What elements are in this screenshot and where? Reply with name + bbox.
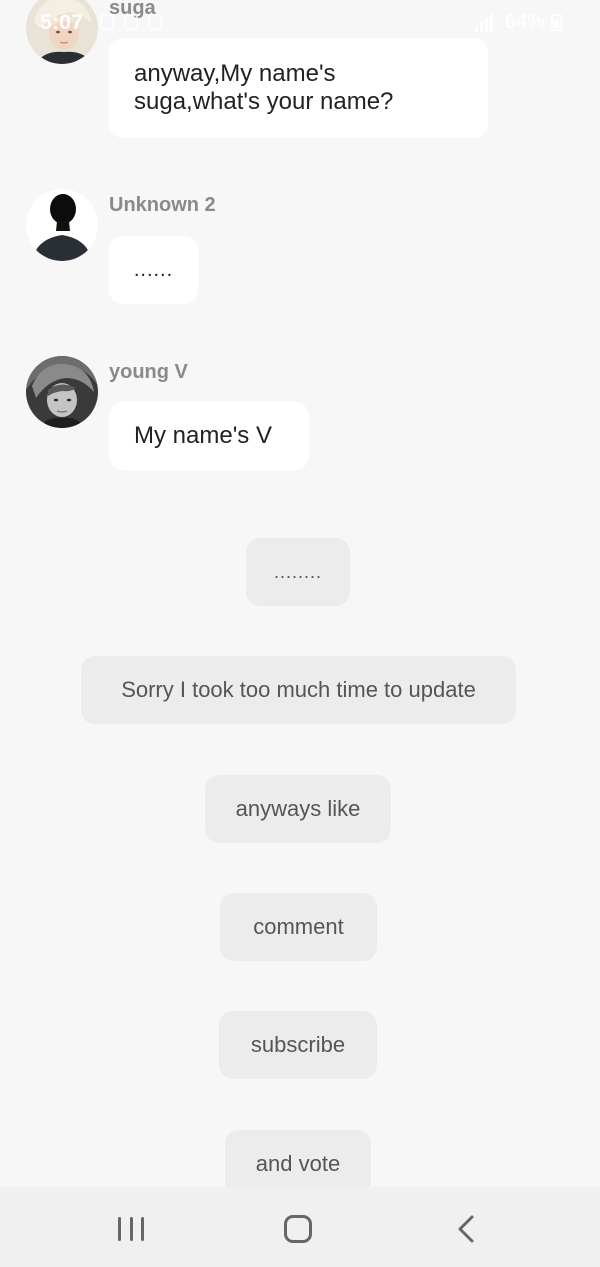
sender-name: young V: [109, 361, 188, 383]
status-right: 64%: [474, 11, 562, 34]
message-text-line: suga,what's your name?: [134, 88, 394, 115]
gallery-icon: [148, 14, 162, 30]
message-text: My name's V: [134, 422, 272, 449]
notification-icons: [100, 14, 162, 30]
avatar-young-v[interactable]: [26, 356, 98, 428]
message-bubble[interactable]: My name's V: [109, 402, 309, 470]
chat-screen: 5:07 64% suga anyway,My name's suga,what…: [0, 0, 600, 1267]
message-text-line: anyway,My name's: [134, 60, 336, 87]
narration-text: comment: [253, 914, 344, 939]
home-icon[interactable]: [284, 1215, 312, 1243]
battery-icon: [551, 14, 562, 31]
status-bar: 5:07 64%: [0, 0, 600, 44]
recents-icon[interactable]: [118, 1217, 144, 1241]
narration-message[interactable]: comment: [220, 893, 377, 961]
narration-text: and vote: [255, 1151, 341, 1176]
back-icon[interactable]: [452, 1213, 482, 1245]
navigation-bar: [0, 1187, 600, 1267]
sender-name: Unknown 2: [109, 194, 216, 216]
narration-message[interactable]: Sorry I took too much time to update: [81, 656, 516, 724]
notification-icon: [124, 14, 138, 30]
message-bubble[interactable]: ......: [109, 236, 198, 304]
message-bubble[interactable]: anyway,My name's suga,what's your name?: [109, 38, 488, 138]
battery-percent: 64%: [504, 11, 545, 33]
avatar-unknown[interactable]: [26, 189, 98, 261]
message-text: ......: [133, 258, 174, 281]
narration-message[interactable]: ........: [246, 538, 350, 606]
notification-icon: [100, 14, 114, 30]
signal-icon: [474, 13, 493, 32]
narration-text: Sorry I took too much time to update: [121, 677, 476, 702]
narration-text: subscribe: [250, 1032, 346, 1057]
narration-message[interactable]: anyways like: [205, 775, 391, 843]
narration-message[interactable]: subscribe: [219, 1011, 377, 1079]
status-time: 5:07: [40, 11, 84, 34]
narration-text: ........: [273, 561, 322, 582]
narration-text: anyways like: [235, 796, 361, 821]
